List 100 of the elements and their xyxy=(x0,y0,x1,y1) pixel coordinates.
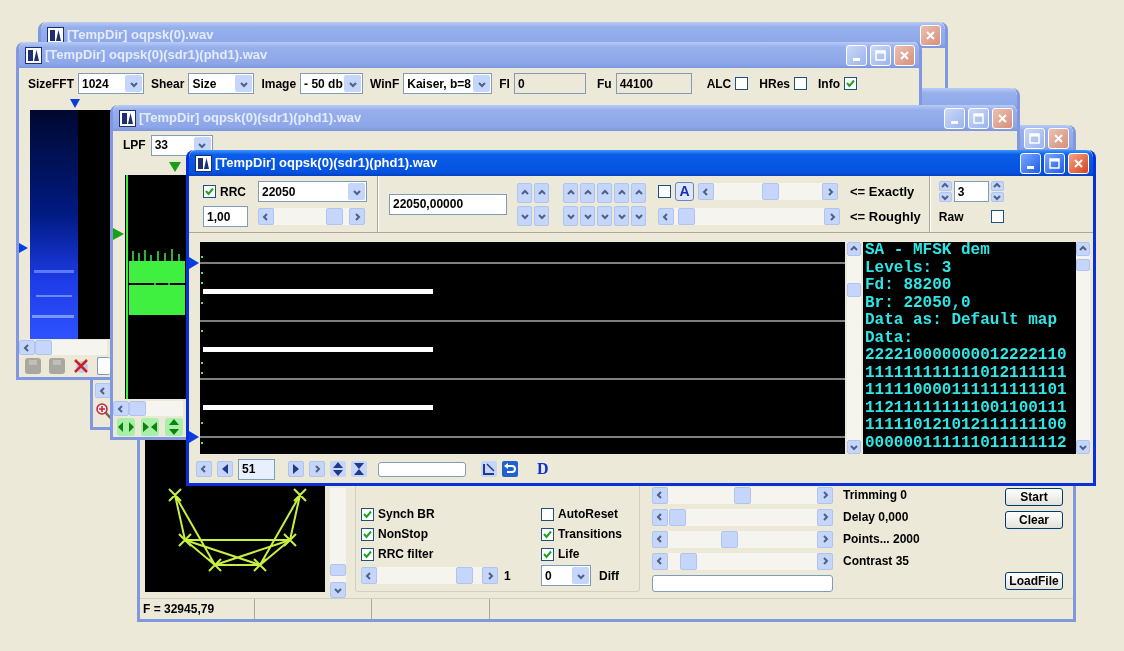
scroll-left-button[interactable] xyxy=(19,340,35,355)
scroll-right-button[interactable] xyxy=(817,486,833,504)
spin-up-button[interactable] xyxy=(563,182,578,203)
scroll-right-button[interactable] xyxy=(817,508,833,526)
next-button[interactable] xyxy=(288,461,304,477)
previous-button[interactable] xyxy=(217,461,233,477)
checkbox[interactable] xyxy=(844,77,857,90)
close-button[interactable] xyxy=(920,24,941,46)
hourglass-icon[interactable] xyxy=(351,461,367,477)
scroll-up-button[interactable] xyxy=(847,242,861,256)
up-down-icon[interactable] xyxy=(165,417,183,436)
dropdown[interactable]: - 50 db xyxy=(300,73,364,94)
close-button[interactable] xyxy=(894,44,915,66)
scroll-right-button[interactable] xyxy=(482,567,498,584)
scroll-left-button[interactable] xyxy=(258,208,274,225)
scroll-down-button[interactable] xyxy=(330,582,346,598)
slider-thumb[interactable] xyxy=(679,552,697,570)
checkbox[interactable] xyxy=(735,77,749,90)
scroll-left-button[interactable] xyxy=(95,383,111,398)
slider-thumb[interactable] xyxy=(734,486,751,504)
slider-thumb[interactable] xyxy=(326,208,344,225)
checkbox[interactable] xyxy=(541,507,554,521)
cross-icon[interactable] xyxy=(73,358,89,374)
spin-up-button[interactable] xyxy=(938,181,952,191)
checkbox[interactable] xyxy=(541,527,554,541)
scroll-left-button[interactable] xyxy=(652,486,668,504)
spin-down-button[interactable] xyxy=(563,205,578,226)
expand-icon[interactable] xyxy=(117,417,135,436)
scroll-left-button[interactable] xyxy=(652,508,668,526)
push-button[interactable]: LoadFile xyxy=(1005,572,1063,590)
input-field[interactable] xyxy=(97,357,110,375)
input-field[interactable]: 22050,00000 xyxy=(389,193,507,215)
scrollbar-thumb[interactable] xyxy=(35,340,52,355)
input-field[interactable]: 1,00 xyxy=(203,206,248,227)
scroll-down-button[interactable] xyxy=(1076,440,1090,454)
scroll-up-button[interactable] xyxy=(1076,242,1090,256)
scrollbar[interactable] xyxy=(847,242,861,454)
minimize-button[interactable] xyxy=(1020,152,1041,174)
checkbox[interactable] xyxy=(541,547,554,561)
scroll-left-button[interactable] xyxy=(113,401,129,416)
scroll-right-button[interactable] xyxy=(824,208,840,225)
scrollbar[interactable] xyxy=(1076,242,1090,454)
scrollbar[interactable] xyxy=(19,340,107,355)
spin-down-button[interactable] xyxy=(990,192,1004,202)
scroll-down-button[interactable] xyxy=(847,439,861,454)
dropdown[interactable]: 1024 xyxy=(78,73,144,94)
dropdown[interactable]: 0 xyxy=(541,565,591,586)
scrollbar[interactable] xyxy=(113,401,183,416)
slider-thumb[interactable] xyxy=(678,208,695,225)
dropdown[interactable]: Size xyxy=(188,73,255,94)
scrollbar-thumb[interactable] xyxy=(330,564,346,576)
checkbox[interactable] xyxy=(990,210,1004,223)
input-field[interactable]: 51 xyxy=(238,458,275,480)
scroll-right-button[interactable] xyxy=(822,183,838,200)
spin-up-button[interactable] xyxy=(597,182,612,203)
input-field[interactable]: 44100 xyxy=(615,73,692,94)
checkbox[interactable] xyxy=(658,185,671,198)
close-button[interactable] xyxy=(1068,152,1089,174)
checkbox[interactable] xyxy=(203,185,216,198)
spin-down-button[interactable] xyxy=(580,205,595,226)
scroll-right-button[interactable] xyxy=(817,552,833,570)
push-button[interactable]: Clear xyxy=(1005,511,1063,529)
dropdown[interactable]: Kaiser, b=8 xyxy=(403,73,493,94)
slider-thumb[interactable] xyxy=(669,508,687,526)
spin-down-button[interactable] xyxy=(938,192,952,202)
spin-down-button[interactable] xyxy=(517,205,532,226)
checkbox[interactable] xyxy=(361,527,374,541)
up-down-icon[interactable] xyxy=(330,461,346,477)
checkbox[interactable] xyxy=(794,77,807,90)
dropdown[interactable]: 22050 xyxy=(258,181,367,202)
spin-up-button[interactable] xyxy=(517,182,532,203)
spin-up-button[interactable] xyxy=(990,181,1004,191)
scroll-left-button[interactable] xyxy=(652,530,668,548)
dropdown[interactable]: 33 xyxy=(150,134,213,156)
scroll-right-button[interactable] xyxy=(349,208,365,225)
checkbox[interactable] xyxy=(361,507,374,521)
corner-icon[interactable] xyxy=(481,461,497,477)
last-button[interactable] xyxy=(309,461,325,477)
spin-up-button[interactable] xyxy=(580,182,595,203)
scroll-left-button[interactable] xyxy=(658,208,674,225)
scrollbar-thumb[interactable] xyxy=(129,401,146,416)
close-button[interactable] xyxy=(992,107,1013,129)
letter-button[interactable]: A xyxy=(675,182,694,201)
slider-thumb[interactable] xyxy=(762,183,780,200)
spin-down-button[interactable] xyxy=(631,205,646,226)
spin-down-button[interactable] xyxy=(597,205,612,226)
maximize-button[interactable] xyxy=(1044,152,1065,174)
slider-thumb[interactable] xyxy=(720,530,738,548)
scrollbar-thumb[interactable] xyxy=(847,282,861,297)
close-button[interactable] xyxy=(1048,127,1069,149)
scroll-left-button[interactable] xyxy=(698,183,714,200)
checkbox[interactable] xyxy=(361,547,374,561)
spin-up-button[interactable] xyxy=(631,182,646,203)
slider-thumb[interactable] xyxy=(456,567,474,584)
scroll-right-button[interactable] xyxy=(817,530,833,548)
spin-down-button[interactable] xyxy=(534,205,549,226)
input-field[interactable]: 0 xyxy=(513,73,586,94)
scrollbar-thumb[interactable] xyxy=(1076,259,1090,271)
spin-down-button[interactable] xyxy=(614,205,629,226)
push-button[interactable]: Start xyxy=(1005,488,1063,506)
